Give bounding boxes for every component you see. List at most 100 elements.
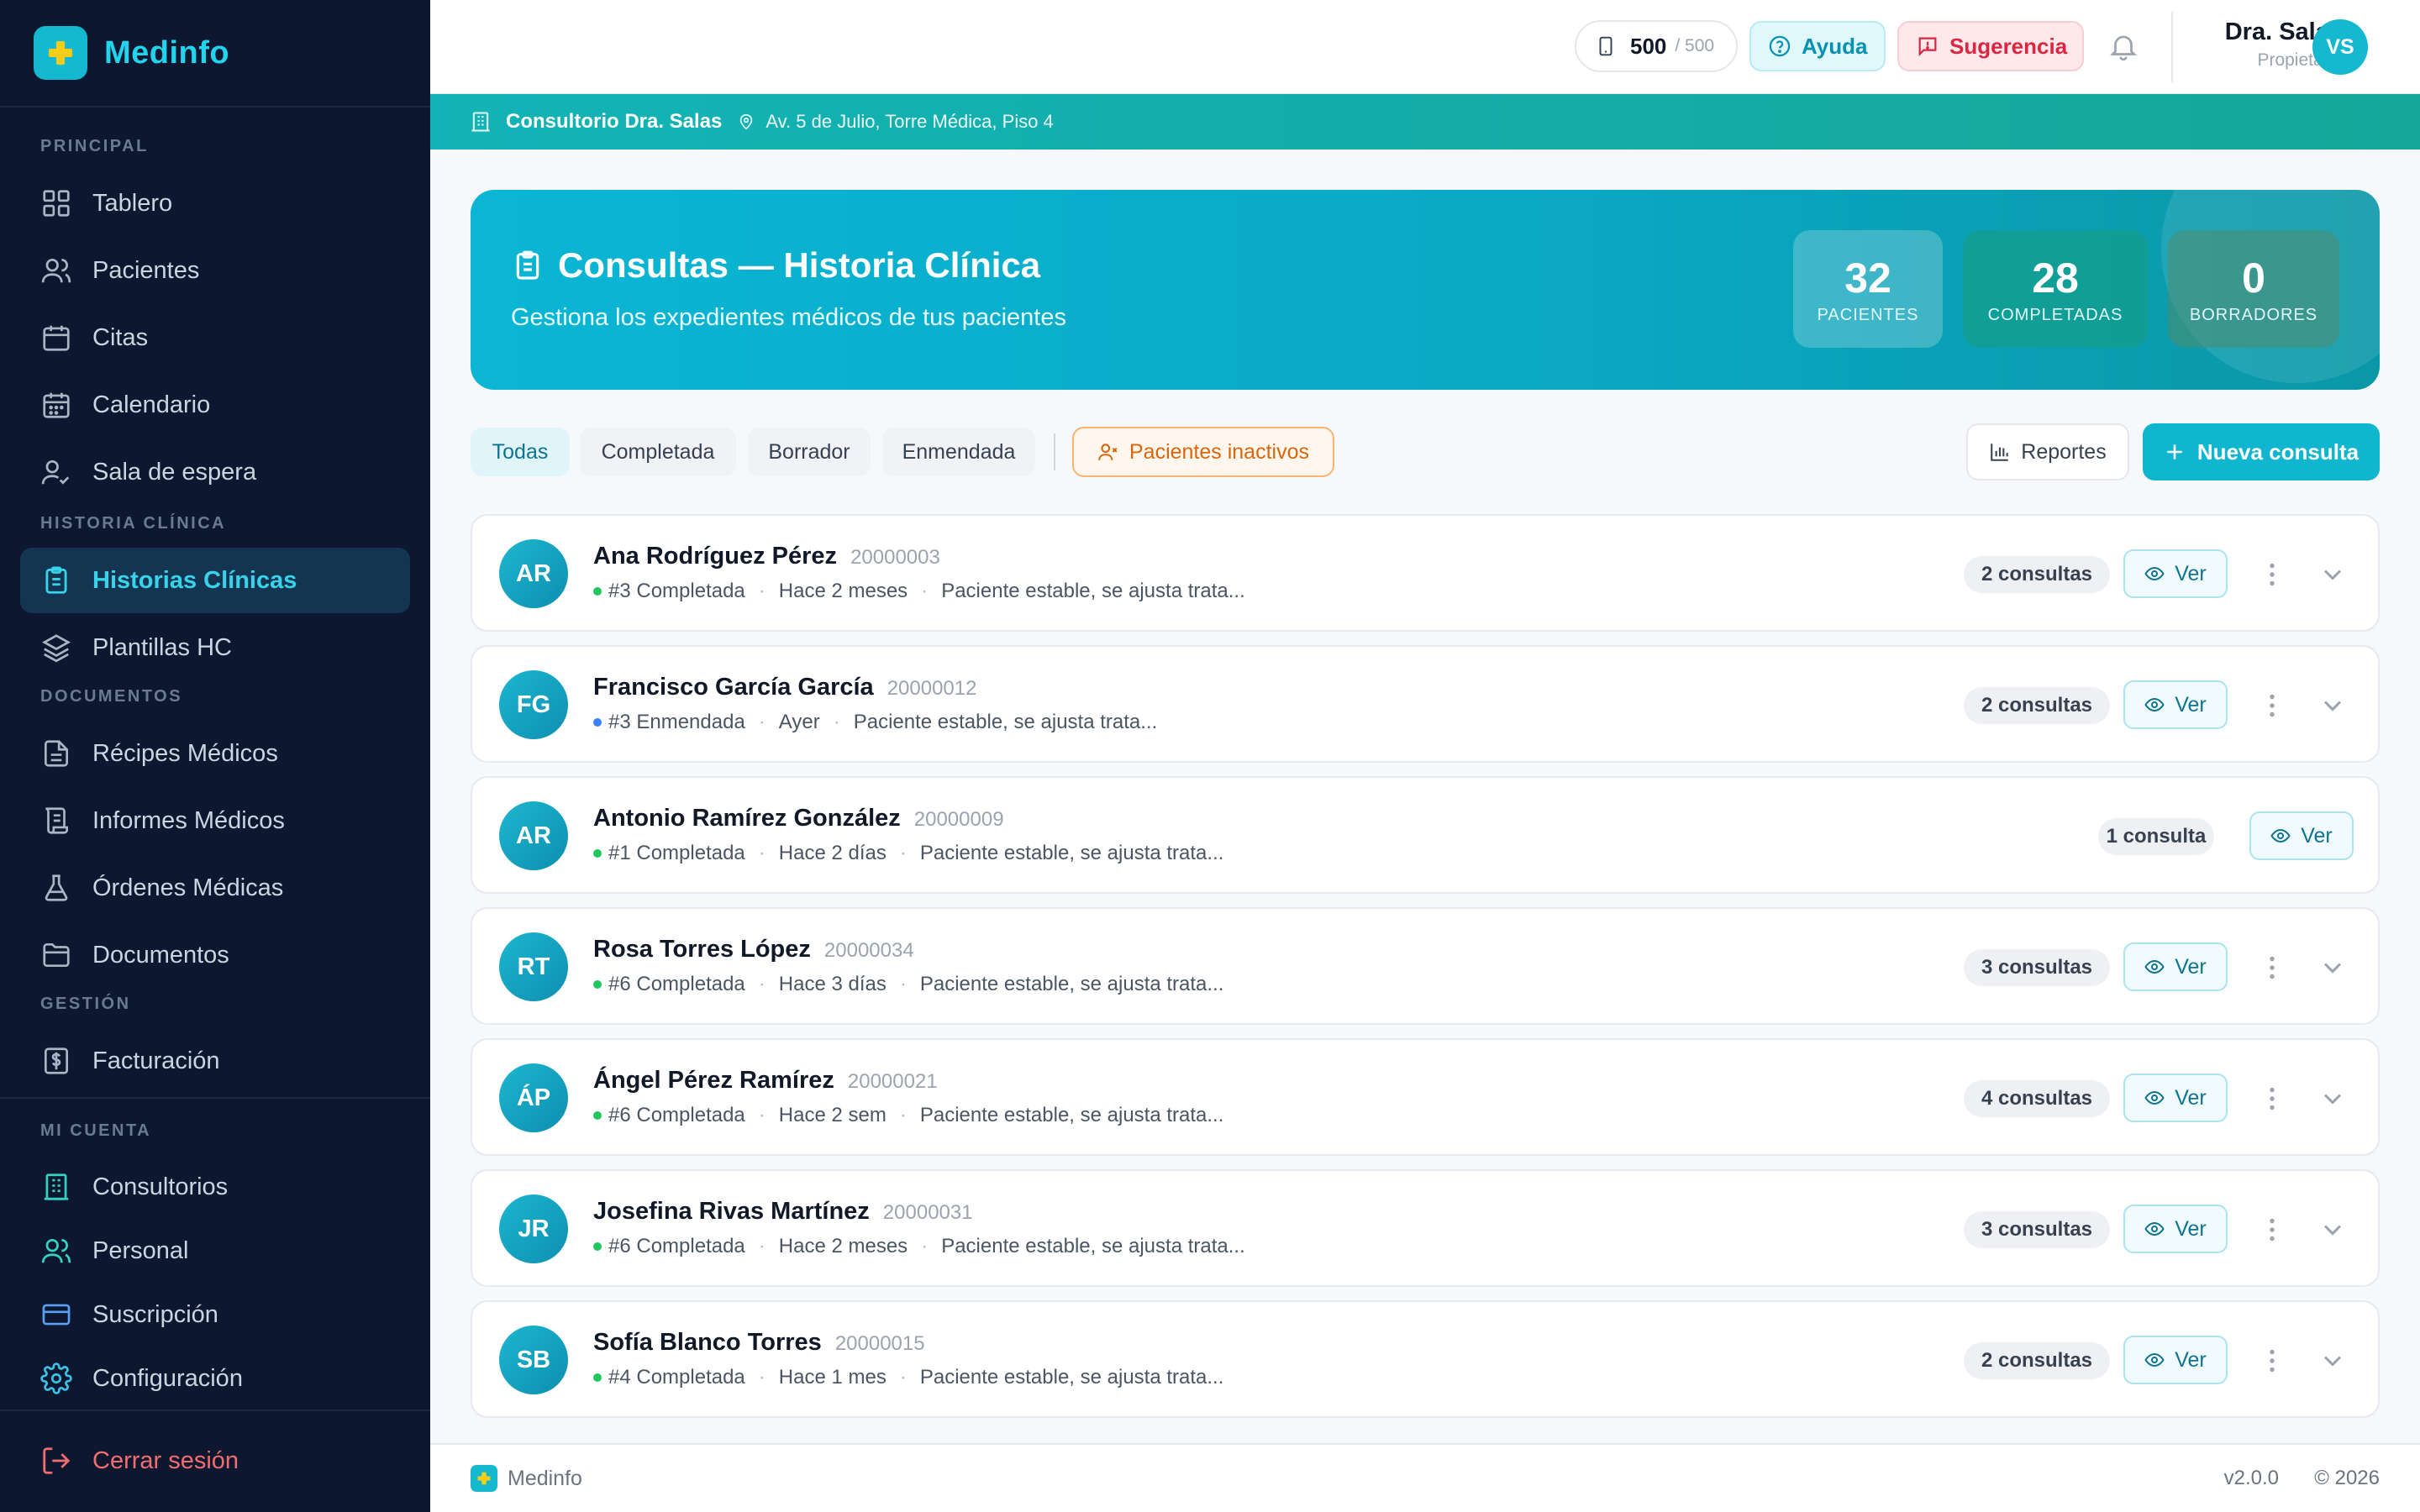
more-options-icon[interactable] bbox=[2257, 953, 2287, 983]
patient-name[interactable]: Ana Rodríguez Pérez bbox=[593, 543, 837, 570]
view-label: Ver bbox=[2175, 692, 2207, 717]
patient-card[interactable]: FG Francisco García García 20000012 #3 Enme… bbox=[471, 645, 2380, 763]
view-button[interactable]: Ver bbox=[2123, 1336, 2228, 1384]
users-icon bbox=[41, 258, 71, 283]
sidebar-item-label: Pacientes bbox=[92, 256, 200, 284]
suggestion-button[interactable]: Sugerencia bbox=[1897, 21, 2084, 71]
sidebar-item-suscripcion[interactable]: Suscripción bbox=[20, 1283, 410, 1347]
bell-icon[interactable] bbox=[2107, 30, 2139, 62]
credits-indicator[interactable]: 500 / 500 bbox=[1575, 20, 1738, 72]
consultation-note: Paciente estable, se ajusta trata... bbox=[941, 1235, 1245, 1257]
inactive-patients-button[interactable]: Pacientes inactivos bbox=[1072, 427, 1334, 477]
view-button[interactable]: Ver bbox=[2123, 942, 2228, 991]
chevron-down-icon[interactable] bbox=[2317, 953, 2348, 983]
patient-name[interactable]: Francisco García García bbox=[593, 674, 874, 701]
patient-id: 20000031 bbox=[882, 1201, 973, 1224]
chevron-down-icon[interactable] bbox=[2317, 1346, 2348, 1376]
credit-card-icon bbox=[42, 1304, 71, 1326]
patient-card[interactable]: RT Rosa Torres López 20000034 #6 Completada… bbox=[471, 907, 2380, 1025]
sidebar-item-recipes-medicos[interactable]: Récipes Médicos bbox=[20, 721, 410, 786]
sidebar-item-consultorios[interactable]: Consultorios bbox=[20, 1155, 410, 1219]
help-button[interactable]: Ayuda bbox=[1749, 21, 1886, 71]
more-options-icon[interactable] bbox=[2257, 559, 2287, 590]
chevron-down-icon[interactable] bbox=[2317, 1215, 2348, 1245]
new-consultation-button[interactable]: Nueva consulta bbox=[2143, 423, 2380, 480]
sidebar-item-tablero[interactable]: Tablero bbox=[20, 171, 410, 236]
sidebar-item-label: Récipes Médicos bbox=[92, 739, 278, 767]
sidebar-item-documentos[interactable]: Documentos bbox=[20, 922, 410, 988]
patient-id: 20000015 bbox=[834, 1332, 925, 1355]
separator: · bbox=[758, 711, 765, 733]
view-button[interactable]: Ver bbox=[2123, 680, 2228, 729]
section-principal: PRINCIPAL bbox=[40, 137, 149, 155]
sidebar-item-label: Consultorios bbox=[92, 1173, 229, 1200]
help-circle-icon bbox=[1769, 35, 1791, 57]
patient-name[interactable]: Ángel Pérez Ramírez bbox=[593, 1067, 834, 1095]
filter-enmendada[interactable]: Enmendada bbox=[882, 428, 1035, 476]
patient-name[interactable]: Rosa Torres López bbox=[593, 936, 811, 963]
credits-count: 500 bbox=[1630, 33, 1667, 59]
view-button[interactable]: Ver bbox=[2123, 1205, 2228, 1253]
sidebar-item-facturacion[interactable]: Facturación bbox=[20, 1028, 410, 1094]
patient-card[interactable]: SB Sofía Blanco Torres 20000015 #4 Completa… bbox=[471, 1300, 2380, 1418]
sidebar-item-plantillas-hc[interactable]: Plantillas HC bbox=[20, 615, 410, 680]
brand[interactable]: Medinfo bbox=[34, 26, 229, 80]
more-options-icon[interactable] bbox=[2257, 1346, 2287, 1376]
sidebar-item-label: Sala de espera bbox=[92, 458, 257, 486]
patient-name[interactable]: Josefina Rivas Martínez bbox=[593, 1198, 870, 1226]
patient-name[interactable]: Antonio Ramírez González bbox=[593, 805, 901, 832]
view-button[interactable]: Ver bbox=[2249, 811, 2354, 860]
sidebar-item-calendario[interactable]: Calendario bbox=[20, 372, 410, 438]
consultation-count-badge: 4 consultas bbox=[1964, 1080, 2110, 1117]
sidebar-item-historias-clinicas[interactable]: Historias Clínicas bbox=[20, 548, 410, 613]
patient-meta: #3 Enmendada · Ayer · Paciente estable, se a… bbox=[593, 711, 1157, 734]
consultation-date: Hace 2 meses bbox=[778, 1235, 908, 1257]
patient-card[interactable]: AR Antonio Ramírez González 20000009 #1 Com… bbox=[471, 776, 2380, 894]
more-options-icon[interactable] bbox=[2257, 1084, 2287, 1114]
avatar: RT bbox=[499, 932, 568, 1001]
sidebar-item-informes-medicos[interactable]: Informes Médicos bbox=[20, 788, 410, 853]
consultation-note: Paciente estable, se ajusta trata... bbox=[919, 842, 1224, 864]
chevron-down-icon[interactable] bbox=[2317, 690, 2348, 721]
sidebar-item-personal[interactable]: Personal bbox=[20, 1219, 410, 1283]
reports-button[interactable]: Reportes bbox=[1966, 423, 2129, 480]
sidebar-item-sala-de-espera[interactable]: Sala de espera bbox=[20, 439, 410, 505]
patient-meta: #6 Completada · Hace 2 meses · Paciente esta… bbox=[593, 1235, 1245, 1258]
help-label: Ayuda bbox=[1802, 33, 1868, 59]
user-check-icon bbox=[41, 459, 70, 485]
logout-button[interactable]: Cerrar sesión bbox=[20, 1428, 410, 1494]
eye-icon bbox=[2144, 1090, 2165, 1105]
more-options-icon[interactable] bbox=[2257, 1215, 2287, 1245]
patient-card[interactable]: JR Josefina Rivas Martínez 20000031 #6 Comp… bbox=[471, 1169, 2380, 1287]
patient-id: 20000034 bbox=[823, 939, 914, 962]
avatar: ÁP bbox=[499, 1063, 568, 1132]
sidebar-item-label: Personal bbox=[92, 1236, 189, 1264]
chevron-down-icon[interactable] bbox=[2317, 559, 2348, 590]
view-button[interactable]: Ver bbox=[2123, 549, 2228, 598]
chevron-down-icon[interactable] bbox=[2317, 1084, 2348, 1114]
view-button[interactable]: Ver bbox=[2123, 1074, 2228, 1122]
brand-name: Medinfo bbox=[104, 34, 230, 71]
filter-todas[interactable]: Todas bbox=[471, 428, 570, 476]
separator: · bbox=[758, 1235, 765, 1257]
building-icon bbox=[44, 1173, 69, 1200]
more-options-icon[interactable] bbox=[2257, 690, 2287, 721]
sidebar-item-label: Citas bbox=[92, 323, 149, 351]
status-dot bbox=[593, 849, 602, 858]
patient-name[interactable]: Sofía Blanco Torres bbox=[593, 1329, 822, 1357]
patient-card[interactable]: AR Ana Rodríguez Pérez 20000003 #3 Completa… bbox=[471, 514, 2380, 632]
sidebar-item-pacientes[interactable]: Pacientes bbox=[20, 238, 410, 303]
sidebar-item-citas[interactable]: Citas bbox=[20, 305, 410, 370]
avatar[interactable]: VS bbox=[2312, 19, 2368, 75]
filter-completada[interactable]: Completada bbox=[580, 428, 736, 476]
clinic-banner: Consultorio Dra. Salas Av. 5 de Julio, T… bbox=[430, 94, 2420, 150]
calendar-grid-icon bbox=[43, 392, 70, 418]
user-x-icon bbox=[1098, 444, 1118, 460]
gear-icon bbox=[40, 1362, 72, 1394]
patient-card[interactable]: ÁP Ángel Pérez Ramírez 20000021 #6 Completa… bbox=[471, 1038, 2380, 1156]
filter-borrador[interactable]: Borrador bbox=[748, 428, 871, 476]
patient-meta: #1 Completada · Hace 2 días · Paciente estab… bbox=[593, 842, 1223, 865]
sidebar-item-configuracion[interactable]: Configuración bbox=[20, 1347, 410, 1410]
consultation-count-badge: 3 consultas bbox=[1964, 1211, 2110, 1248]
sidebar-item-ordenes-medicas[interactable]: Órdenes Médicas bbox=[20, 855, 410, 921]
